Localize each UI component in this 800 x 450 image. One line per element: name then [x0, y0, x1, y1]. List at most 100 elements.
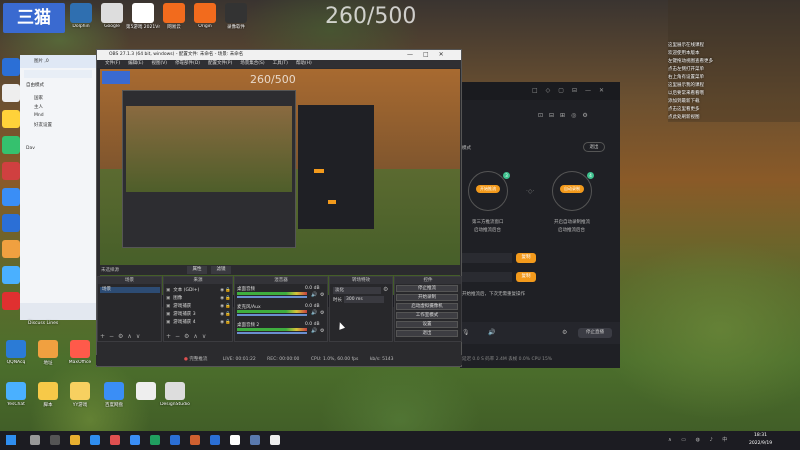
gear-icon[interactable]: ⚙ [320, 292, 324, 298]
chat-group-item[interactable]: Dav [26, 146, 35, 154]
taskbar-app-icon[interactable] [2, 110, 20, 128]
desktop-icon[interactable] [132, 3, 154, 23]
desktop-icon[interactable] [225, 3, 247, 23]
taskbar-app-icon[interactable] [2, 292, 20, 310]
taskbar-app-icon[interactable] [30, 435, 40, 445]
volume-slider[interactable] [237, 332, 307, 334]
obs-menu-item[interactable]: 编辑(E) [128, 61, 143, 66]
desktop-icon[interactable] [101, 3, 123, 23]
tray-icons[interactable]: ∧ ▭ ◍ ♪ 中 [668, 436, 731, 443]
eye-icon[interactable]: ◉ [220, 295, 224, 302]
control-button[interactable]: 开始录制 [396, 294, 458, 301]
taskbar-app-icon[interactable] [130, 435, 140, 445]
tool-subheader-icons[interactable]: ⊡⊟⊞◎⚙ [538, 112, 618, 120]
lock-icon[interactable]: 🔒 [225, 287, 231, 294]
lock-icon[interactable]: 🔒 [225, 295, 231, 302]
start-icon[interactable] [6, 435, 16, 445]
taskbar-app-icon[interactable] [190, 435, 200, 445]
taskbar-app-icon[interactable] [150, 435, 160, 445]
taskbar-app-icon[interactable] [2, 266, 20, 284]
transition-gear-icon[interactable]: ⚙ [383, 286, 388, 293]
eye-icon[interactable]: ◉ [220, 303, 224, 310]
desktop-icon[interactable] [38, 382, 58, 400]
taskbar-app-icon[interactable] [2, 84, 20, 102]
taskbar-app-icon[interactable] [250, 435, 260, 445]
lock-icon[interactable]: 🔒 [225, 319, 231, 326]
chat-group-item[interactable]: 自由模式 [26, 82, 44, 90]
control-button[interactable]: 停止推流 [396, 285, 458, 292]
start-stream-button[interactable]: 开始推流 [476, 185, 500, 193]
transitions-dock[interactable]: 转场特效 淡化 ⚙ 时长 300 ms [329, 276, 393, 342]
source-item[interactable]: ▣ 游戏捕获 ◉ 🔒 [166, 303, 232, 310]
chat-group-item[interactable]: 国家 [34, 95, 43, 103]
control-button[interactable]: 设置 [396, 321, 458, 328]
settings-icon[interactable]: ⚙ [562, 329, 567, 336]
eye-icon[interactable]: ◉ [220, 311, 224, 318]
volume-slider[interactable] [237, 296, 307, 298]
speaker-icon[interactable]: 🔊 [311, 292, 317, 298]
gear-icon[interactable]: ⚙ [320, 310, 324, 316]
taskbar-app-icon[interactable] [170, 435, 180, 445]
source-item[interactable]: ▣ 游戏捕获 4 ◉ 🔒 [166, 319, 232, 326]
taskbar-app-icon[interactable] [2, 58, 20, 76]
scene-controls[interactable]: +−⚙∧∨ [100, 333, 144, 340]
desktop-icon[interactable] [38, 340, 58, 358]
desktop-icon[interactable] [163, 3, 185, 23]
stop-live-button[interactable]: 停止直播 [578, 328, 612, 338]
source-item[interactable]: ▣ 文本 (GDI+) ◉ 🔒 [166, 287, 232, 294]
taskbar-app-icon[interactable] [2, 162, 20, 180]
control-button[interactable]: 启动虚拟摄像机 [396, 303, 458, 310]
desktop-icon[interactable] [6, 340, 26, 358]
taskbar-app-icon[interactable] [110, 435, 120, 445]
desktop-icon[interactable] [104, 382, 124, 400]
taskbar-app-icon[interactable] [270, 435, 280, 445]
speaker-icon[interactable]: 🔊 [311, 310, 317, 316]
taskbar-time[interactable]: 18:31 [754, 433, 767, 438]
gear-icon[interactable]: ⚙ [320, 328, 324, 334]
exit-button[interactable]: 退出 [583, 142, 605, 152]
transition-select[interactable]: 淡化 [333, 287, 381, 294]
taskbar-app-icon[interactable] [2, 214, 20, 232]
duration-input[interactable]: 300 ms [344, 296, 384, 303]
sources-dock[interactable]: 来源 ▣ 文本 (GDI+) ◉ 🔒 ▣ 图像 ◉ 🔒 ▣ 游戏捕获 ◉ 🔒 ▣ 游戏捕获 3 ◉ 🔒 ▣ 游戏捕… [163, 276, 233, 342]
desktop-icon[interactable] [165, 382, 185, 400]
obs-window-controls[interactable]: —□✕ [407, 51, 454, 58]
scene-item[interactable]: 场景 [100, 287, 160, 293]
volume-slider[interactable] [237, 314, 307, 316]
obs-menu-item[interactable]: 帮助(H) [296, 61, 312, 66]
stream-key-field[interactable] [460, 272, 512, 282]
taskbar-app-icon[interactable] [50, 435, 60, 445]
scenes-dock[interactable]: 场景 场景 +−⚙∧∨ [97, 276, 162, 342]
source-item[interactable]: ▣ 游戏捕获 3 ◉ 🔒 [166, 311, 232, 318]
tool-header-icons[interactable]: □◇▢⊟—✕ [532, 87, 612, 95]
eye-icon[interactable]: ◉ [220, 319, 224, 326]
copy-key-button[interactable]: 复制 [516, 272, 536, 282]
eye-icon[interactable]: ◉ [220, 287, 224, 294]
copy-url-button[interactable]: 复制 [516, 253, 536, 263]
chat-group-item[interactable]: 主人 [34, 104, 43, 112]
lock-icon[interactable]: 🔒 [225, 303, 231, 310]
taskbar-date[interactable]: 2022/9/19 [749, 441, 772, 446]
taskbar-app-icon[interactable] [210, 435, 220, 445]
taskbar-app-icon[interactable] [70, 435, 80, 445]
control-button[interactable]: 工作室模式 [396, 312, 458, 319]
taskbar-app-icon[interactable] [2, 136, 20, 154]
lock-icon[interactable]: 🔒 [225, 311, 231, 318]
chat-panel[interactable]: 图片 ,0 自由模式 国家 主人 Mnd 好友设置 Dav Discuss Li… [20, 55, 96, 326]
obs-menu-bar[interactable]: 文件(F) 编辑(E) 视图(V) 停靠部件(D) 配置文件(P) 场景集合(S) 工具(T… [97, 60, 461, 68]
mixer-dock[interactable]: 混音器 桌面音频 0.0 dB 🔊 ⚙ 麦克风/Aux 0.0 dB 🔊 ⚙ 桌面音频 2 0.0… [234, 276, 328, 342]
properties-button[interactable]: 属性 [187, 266, 207, 274]
taskbar-app-icon[interactable] [2, 240, 20, 258]
taskbar-app-icon[interactable] [2, 188, 20, 206]
filters-button[interactable]: 滤镜 [211, 266, 231, 274]
obs-menu-item[interactable]: 场景集合(S) [240, 61, 264, 66]
desktop-icon[interactable] [70, 382, 90, 400]
obs-menu-item[interactable]: 文件(F) [105, 61, 120, 66]
stream-tool-window[interactable]: □◇▢⊟—✕ ⊡⊟⊞◎⚙ 模式 退出 开始推流 3 第三方推流窗口 启动推流后台… [460, 82, 620, 368]
taskbar[interactable]: ∧ ▭ ◍ ♪ 中 18:31 2022/9/19 [0, 431, 800, 450]
desktop-icon[interactable] [70, 3, 92, 23]
speaker-icon[interactable]: 🔊 [488, 329, 495, 336]
chat-group-item[interactable]: Mnd [34, 113, 44, 121]
obs-menu-item[interactable]: 停靠部件(D) [175, 61, 200, 66]
source-item[interactable]: ▣ 图像 ◉ 🔒 [166, 295, 232, 302]
